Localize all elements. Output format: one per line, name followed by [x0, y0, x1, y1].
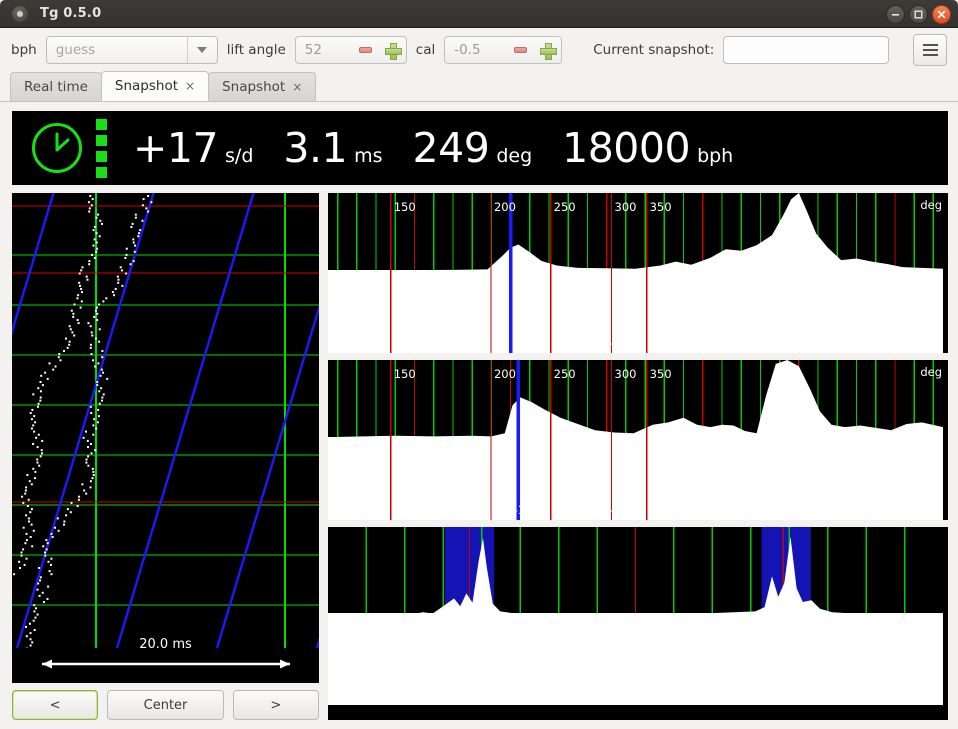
- snapshot-view: +17 s/d 3.1 ms 249 deg 18000 bph 20.0 ms: [0, 102, 958, 729]
- tab-label: Real time: [24, 79, 88, 95]
- hamburger-menu-icon[interactable]: [913, 34, 947, 66]
- svg-text:-15: -15: [514, 503, 533, 517]
- svg-text:-20: -20: [417, 503, 436, 517]
- svg-text:150: 150: [394, 200, 416, 214]
- svg-text:250: 250: [554, 367, 576, 381]
- minus-icon: [358, 47, 372, 53]
- lift-angle-decrement-button[interactable]: [352, 37, 379, 63]
- window-titlebar: Tg 0.5.0: [0, 0, 958, 28]
- maximize-button[interactable]: [909, 5, 928, 24]
- svg-text:5: 5: [898, 503, 905, 517]
- toc-waveform-panel[interactable]: 150 200 250 300 350 -20 -15 -10 -5 0 5 deg ms: [328, 360, 948, 520]
- svg-text:150: 150: [394, 367, 416, 381]
- tab-snapshot-2[interactable]: Snapshot ×: [208, 72, 317, 101]
- lift-angle-increment-button[interactable]: [379, 37, 406, 63]
- bph-combobox[interactable]: guess: [45, 36, 218, 64]
- rate-unit: s/d: [225, 144, 254, 167]
- tab-real-time[interactable]: Real time: [10, 72, 102, 101]
- cal-increment-button[interactable]: [534, 37, 561, 63]
- plus-icon: [540, 42, 558, 60]
- paperstrip-chart[interactable]: 20.0 ms: [12, 193, 319, 683]
- svg-text:-10: -10: [610, 503, 629, 517]
- svg-text:300: 300: [615, 200, 637, 214]
- bph-value: guess: [55, 42, 96, 58]
- clock-ok-icon: [30, 121, 84, 175]
- svg-text:-10: -10: [610, 336, 629, 350]
- svg-text:200: 200: [494, 367, 516, 381]
- graph-area: 20.0 ms < Center > 150 200 250 300 350 -20 -15…: [12, 193, 948, 720]
- svg-text:-20: -20: [417, 336, 436, 350]
- paperstrip-next-button[interactable]: >: [232, 690, 320, 720]
- paperstrip-prev-button[interactable]: <: [12, 690, 99, 720]
- tic-waveform-panel[interactable]: 150 200 250 300 350 -20 -15 -10 -5 0 5 deg ms: [328, 193, 948, 353]
- svg-text:5: 5: [898, 336, 905, 350]
- bph-unit: bph: [697, 144, 734, 167]
- close-icon[interactable]: ×: [185, 80, 195, 92]
- metrics-readout: +17 s/d 3.1 ms 249 deg 18000 bph: [12, 111, 948, 185]
- rate-value: +17: [133, 123, 219, 172]
- beat-error-unit: ms: [354, 144, 383, 167]
- tab-snapshot-1[interactable]: Snapshot ×: [100, 71, 210, 101]
- beat-error-value: 3.1: [283, 123, 348, 172]
- svg-text:-5: -5: [706, 503, 717, 517]
- current-snapshot-label: Current snapshot:: [593, 42, 715, 58]
- cal-value[interactable]: -0.5: [445, 42, 507, 58]
- amplitude-value: 249: [412, 123, 490, 172]
- svg-text:-15: -15: [514, 336, 533, 350]
- svg-text:0: 0: [802, 503, 809, 517]
- close-icon[interactable]: ×: [292, 81, 302, 93]
- lift-angle-value[interactable]: 52: [296, 42, 352, 58]
- amplitude-unit: deg: [496, 144, 533, 167]
- window-controls: [886, 5, 951, 24]
- metric-list: +17 s/d 3.1 ms 249 deg 18000 bph: [133, 123, 763, 172]
- paperstrip-scale-label: 20.0 ms: [139, 637, 192, 652]
- tab-label: Snapshot: [222, 79, 286, 95]
- bph-value-readout: 18000: [562, 123, 691, 172]
- minus-icon: [514, 47, 528, 53]
- paperstrip-column: 20.0 ms < Center >: [12, 193, 320, 720]
- tab-label: Snapshot: [114, 78, 179, 94]
- app-icon: [12, 5, 28, 22]
- waveform-column: 150 200 250 300 350 -20 -15 -10 -5 0 5 deg ms 150 2…: [328, 193, 948, 720]
- tab-bar: Real time Snapshot × Snapshot ×: [0, 71, 958, 102]
- paperstrip-controls: < Center >: [12, 690, 320, 720]
- svg-text:-5: -5: [706, 336, 717, 350]
- paperstrip-center-button[interactable]: Center: [107, 690, 224, 720]
- bph-label: bph: [11, 42, 37, 58]
- cal-spinner[interactable]: -0.5: [444, 36, 563, 64]
- beat-indicator-icon: [96, 118, 107, 178]
- chevron-down-icon[interactable]: [186, 37, 217, 63]
- svg-text:300: 300: [615, 367, 637, 381]
- minimize-button[interactable]: [886, 5, 905, 24]
- svg-text:250: 250: [554, 200, 576, 214]
- close-button[interactable]: [932, 5, 951, 24]
- svg-text:200: 200: [494, 200, 516, 214]
- main-toolbar: bph guess lift angle 52 cal -0.5 Current…: [0, 28, 958, 72]
- cal-label: cal: [415, 42, 436, 58]
- scale-arrow-icon: [42, 659, 290, 669]
- svg-text:350: 350: [650, 200, 672, 214]
- lift-angle-label: lift angle: [226, 42, 286, 58]
- current-snapshot-input[interactable]: [723, 36, 890, 64]
- window-title: Tg 0.5.0: [40, 6, 102, 21]
- cal-decrement-button[interactable]: [507, 37, 534, 63]
- lift-angle-spinner[interactable]: 52: [294, 36, 407, 64]
- plus-icon: [384, 42, 402, 60]
- svg-text:0: 0: [802, 336, 809, 350]
- svg-text:350: 350: [650, 367, 672, 381]
- period-overview-panel[interactable]: [328, 527, 948, 720]
